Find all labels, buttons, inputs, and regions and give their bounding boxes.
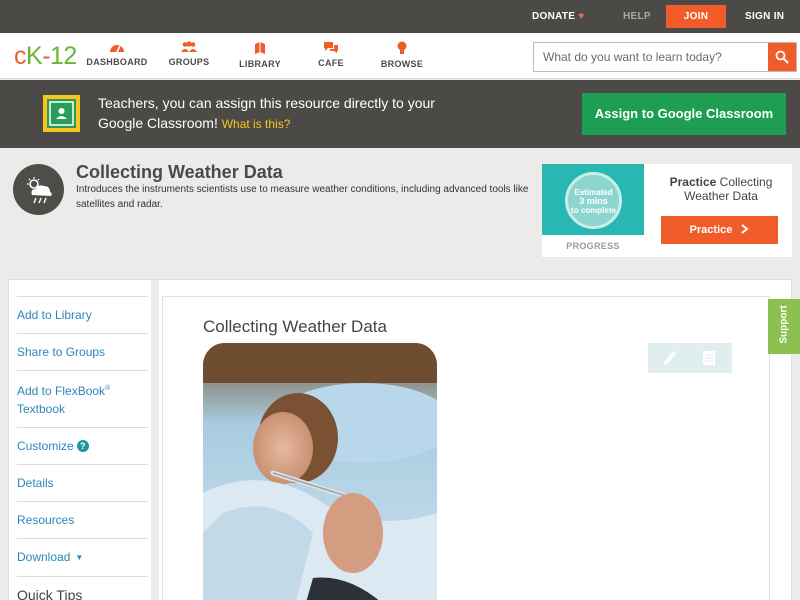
top-bar: DONATE ♥ HELP JOIN SIGN IN: [0, 0, 800, 33]
search-icon: [775, 50, 789, 64]
dashboard-icon: [110, 45, 124, 53]
weather-cloud-icon: [13, 164, 64, 215]
main-card: Collecting Weather Data: [162, 296, 770, 600]
content-area: Add to Library Share to Groups Add to Fl…: [8, 279, 792, 600]
hero-image: [203, 343, 437, 600]
search-button[interactable]: [768, 43, 796, 71]
practice-card: Estimated 3 mins to complete PROGRESS Pr…: [542, 164, 792, 257]
nav-browse[interactable]: BROWSE: [367, 41, 437, 69]
quick-tips-heading: Quick Tips: [17, 576, 148, 600]
sign-in-link[interactable]: SIGN IN: [745, 0, 784, 33]
search-input[interactable]: [534, 43, 768, 71]
donate-link[interactable]: DONATE ♥: [532, 0, 585, 33]
cafe-icon: [324, 42, 338, 53]
page-title: Collecting Weather Data: [76, 162, 283, 182]
resources-link[interactable]: Resources: [17, 501, 148, 538]
search-box: [533, 42, 797, 72]
heart-icon: ♥: [578, 11, 585, 22]
details-link[interactable]: Details: [17, 464, 148, 501]
help-link[interactable]: HELP: [623, 0, 651, 33]
caret-down-icon: ▼: [75, 553, 84, 562]
assign-google-classroom-button[interactable]: Assign to Google Classroom: [582, 93, 786, 135]
add-to-library-link[interactable]: Add to Library: [17, 296, 148, 333]
concept-description: Introduces the instruments scientists us…: [76, 184, 529, 210]
sidebar: Add to Library Share to Groups Add to Fl…: [17, 296, 148, 600]
join-button[interactable]: JOIN: [666, 5, 726, 28]
estimated-time-badge: Estimated 3 mins to complete: [565, 172, 622, 229]
progress-label: PROGRESS: [566, 241, 620, 251]
teacher-banner: Teachers, you can assign this resource d…: [0, 80, 800, 148]
groups-icon: [181, 41, 197, 52]
download-link[interactable]: Download ▼: [17, 538, 148, 576]
nav-library[interactable]: LIBRARY: [225, 41, 295, 69]
practice-thumbnail: Estimated 3 mins to complete: [542, 164, 644, 235]
practice-button[interactable]: Practice: [661, 216, 778, 244]
column-divider: [151, 280, 159, 600]
browse-icon: [397, 41, 407, 54]
banner-text: Teachers, you can assign this resource d…: [98, 95, 435, 131]
chevron-right-icon: [741, 224, 750, 234]
nav-dashboard[interactable]: DASHBOARD: [82, 41, 152, 67]
main-nav: cK-12 DASHBOARD GROUPS LIBRARY CAFE BROW…: [0, 33, 800, 79]
annotation-toolbar: [648, 343, 732, 373]
help-circle-icon[interactable]: ?: [76, 440, 89, 452]
notes-icon[interactable]: [702, 350, 716, 366]
ck12-logo[interactable]: cK-12: [14, 42, 77, 70]
share-to-groups-link[interactable]: Share to Groups: [17, 333, 148, 370]
pencil-icon[interactable]: [663, 350, 677, 366]
customize-link[interactable]: Customize?: [17, 427, 148, 464]
library-icon: [255, 42, 265, 54]
what-is-this-link[interactable]: What is this?: [222, 117, 291, 131]
google-classroom-icon: [43, 95, 80, 132]
support-tab[interactable]: Support: [768, 299, 800, 354]
nav-groups[interactable]: GROUPS: [154, 41, 224, 67]
add-to-flexbook-link[interactable]: Add to FlexBook® Textbook: [17, 370, 148, 427]
main-title: Collecting Weather Data: [203, 317, 387, 336]
practice-heading: Practice Collecting Weather Data: [669, 175, 773, 203]
nav-cafe[interactable]: CAFE: [296, 41, 366, 68]
